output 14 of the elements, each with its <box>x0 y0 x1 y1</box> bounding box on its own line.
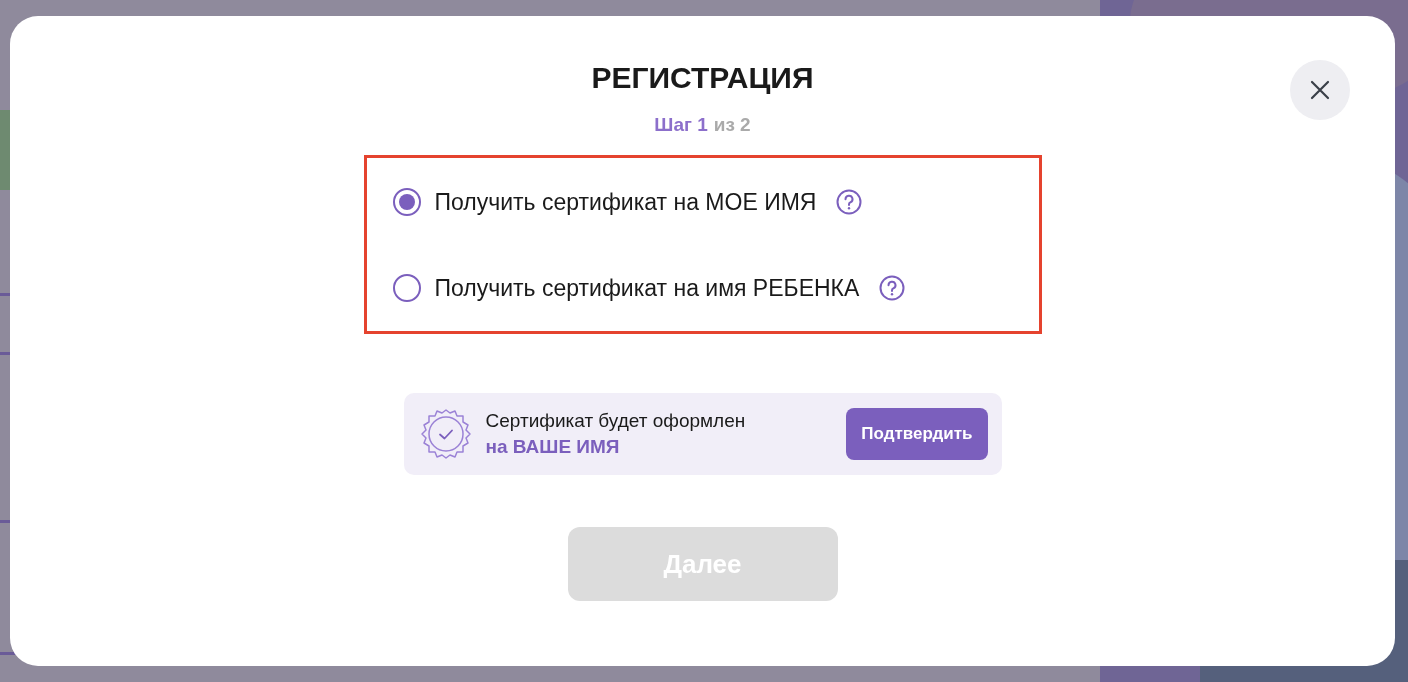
close-icon <box>1310 80 1330 100</box>
notice-highlight: на ВАШЕ ИМЯ <box>485 435 621 459</box>
seal-icon <box>419 408 472 460</box>
radio-button[interactable] <box>392 187 421 216</box>
notice-text: Сертификат будет оформлен <box>485 409 746 433</box>
help-icon[interactable] <box>836 188 863 215</box>
total-steps: из 2 <box>713 113 751 137</box>
radio-button[interactable] <box>392 273 421 302</box>
option-label[interactable]: Получить сертификат на имя РЕБЕНКА <box>434 272 860 303</box>
dialog-title: РЕГИСТРАЦИЯ <box>591 60 814 96</box>
option-label[interactable]: Получить сертификат на МОЕ ИМЯ <box>434 186 817 217</box>
help-icon[interactable] <box>879 274 906 301</box>
confirm-button[interactable]: Подтвердить <box>846 408 988 460</box>
current-step: Шаг 1 <box>654 113 708 137</box>
